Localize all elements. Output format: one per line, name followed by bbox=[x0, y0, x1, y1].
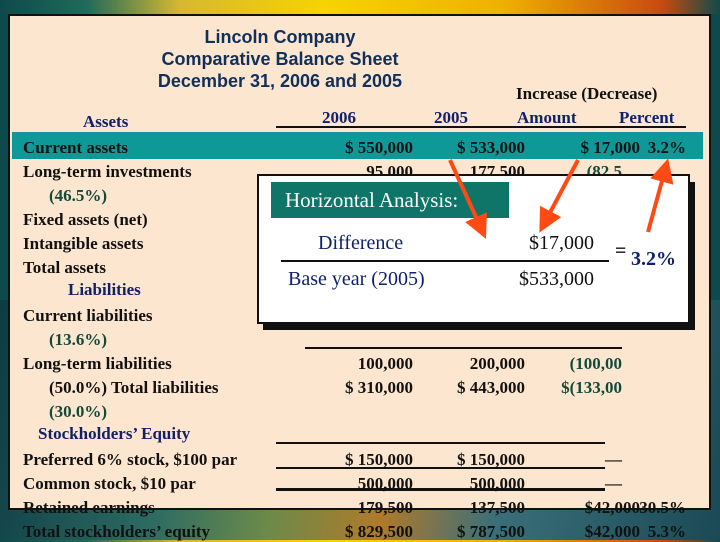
arrow-icon bbox=[646, 158, 674, 233]
arrows bbox=[448, 158, 674, 239]
arrow-icon bbox=[448, 159, 487, 239]
arrow-icon bbox=[539, 159, 580, 233]
